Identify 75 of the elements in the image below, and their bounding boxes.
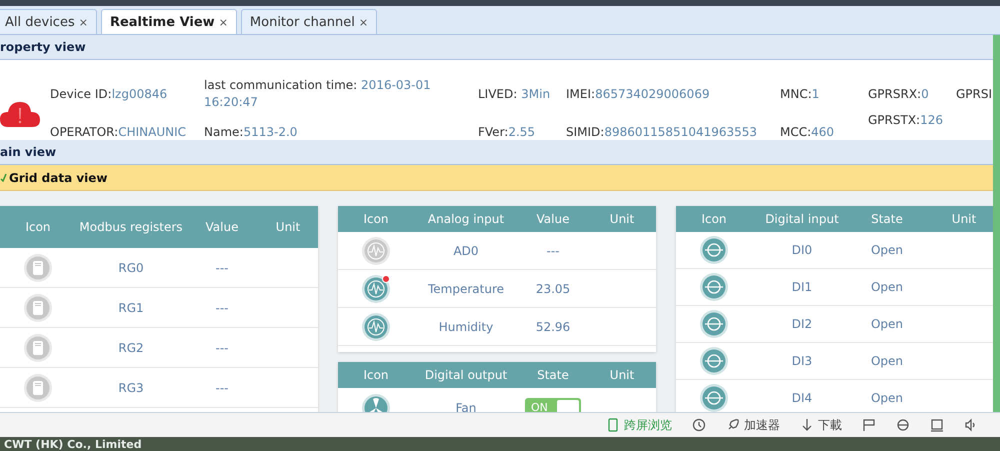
column-header: Icon (362, 366, 390, 384)
column-header: Icon (700, 210, 728, 228)
panel-title: Grid data view (9, 170, 108, 184)
column-header: Analog input (426, 210, 506, 228)
column-header: Digital output (424, 366, 508, 384)
column-header: State (870, 210, 904, 228)
column-header: Unit (608, 210, 636, 228)
column-header: Unit (950, 210, 978, 228)
property-field: MNC:1 (780, 86, 868, 102)
table-cell-text: --- (214, 380, 230, 396)
column-header: Unit (274, 218, 302, 236)
table-cell-text: Open (870, 279, 904, 296)
column-header: Value (536, 210, 570, 228)
flag-icon (862, 418, 876, 432)
table-cell-text: RG3 (117, 380, 145, 396)
table-cell-text: Fan (454, 400, 478, 412)
property-field: OPERATOR:CHINAUNIC (50, 124, 204, 140)
property-field: FVer:2.55 (478, 124, 566, 140)
table-cell-text: --- (546, 242, 560, 260)
property-field: IMEI:865734029006069 (566, 86, 780, 102)
window-icon (930, 418, 944, 432)
property-field: last communication time: 2016-03-01 16:20:47 (204, 77, 478, 111)
table-cell-text: --- (214, 260, 230, 276)
table-cell-text: Humidity (438, 318, 494, 336)
table-cell-text: 52.96 (534, 318, 572, 336)
table-cell-text: DI4 (790, 390, 814, 407)
column-header: State (536, 366, 570, 384)
footer-text: CWT (HK) Co., Limited (4, 438, 142, 450)
property-field: GPRSTX:126 (868, 112, 956, 129)
table-cell-text: RG2 (117, 340, 145, 356)
column-header: Icon (362, 210, 390, 228)
property-field: GPRSRX:0 (868, 86, 956, 102)
switch-icon (699, 309, 729, 339)
panel-header: ain view (0, 140, 993, 165)
download-icon (800, 418, 814, 432)
property-field: Name:5113-2.0 (204, 124, 478, 140)
clock-icon (692, 418, 706, 432)
property-field: SIMID:89860115851041963553 (566, 124, 780, 140)
status-button[interactable]: 下載 (800, 416, 842, 434)
table-cell-text: Open (870, 353, 904, 370)
property-field: MCC:460 (780, 124, 868, 140)
panel-header: roperty view (0, 35, 993, 60)
browser-icon (896, 418, 910, 432)
column-header: Value (204, 218, 240, 236)
tab[interactable]: Monitor channel × (240, 9, 378, 34)
switch-icon (699, 272, 729, 302)
table-cell-text: Open (870, 390, 904, 407)
property-field: GPRSI (956, 86, 993, 102)
table-cell-text: --- (214, 300, 230, 316)
table-cell-text: DI0 (790, 242, 814, 259)
table-cell-text: RG0 (117, 260, 145, 276)
table-cell-text: 23.05 (534, 280, 572, 298)
table-cell-text: DI3 (790, 353, 814, 370)
table-cell-text: RG1 (117, 300, 145, 316)
status-button[interactable]: 加速器 (726, 416, 780, 434)
switch-icon (699, 346, 729, 376)
column-header: Icon (24, 218, 52, 236)
table-cell-text: --- (214, 340, 230, 356)
property-field: Device ID:lzg00846 (50, 86, 204, 102)
table-cell-text: Open (870, 242, 904, 259)
table-cell-text: DI2 (790, 316, 814, 333)
rocket-icon (726, 418, 740, 432)
table-cell-text: Temperature (426, 280, 505, 298)
table-cell-text: AD0 (452, 242, 480, 260)
table-cell-text: DI1 (790, 279, 814, 296)
phone-icon (606, 418, 620, 432)
check-icon (0, 173, 7, 182)
table-cell-text: Open (870, 316, 904, 333)
tab[interactable]: All devices × (0, 9, 97, 34)
column-header: Digital input (764, 210, 840, 228)
column-header: Modbus registers (78, 218, 184, 236)
switch-icon (699, 235, 729, 265)
tab[interactable]: Realtime View × (100, 9, 237, 34)
column-header: Unit (608, 366, 636, 384)
property-field: LIVED: 3Min (478, 86, 566, 102)
